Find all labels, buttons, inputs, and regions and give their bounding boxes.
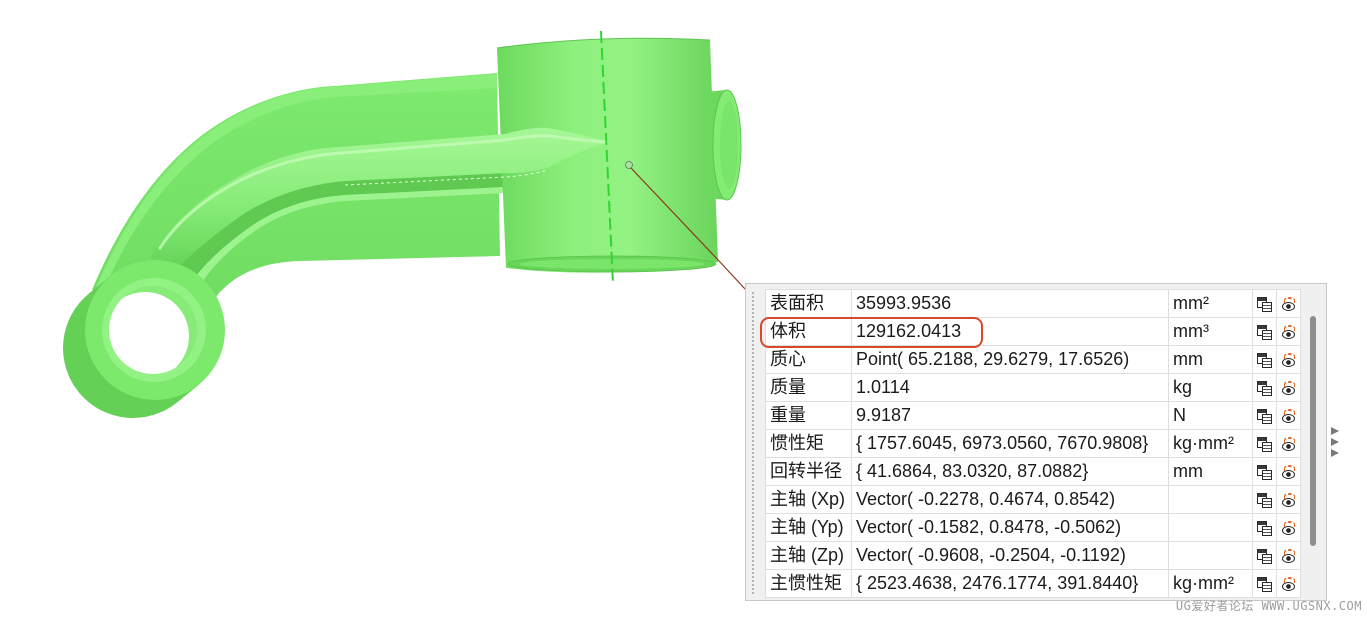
property-label: 质心: [765, 345, 852, 374]
property-unit: [1168, 485, 1253, 514]
side-boss-inner-face: [720, 101, 738, 189]
scrollbar-track[interactable]: [1304, 289, 1320, 597]
eye-icon[interactable]: [1281, 352, 1297, 368]
eye-icon[interactable]: [1281, 408, 1297, 424]
row-mass[interactable]: 质量 1.0114 kg: [765, 373, 1301, 402]
copy-icon[interactable]: [1257, 548, 1272, 564]
visibility-cell[interactable]: [1276, 429, 1301, 458]
copy-icon[interactable]: [1257, 464, 1272, 480]
copy-cell[interactable]: [1252, 485, 1277, 514]
property-unit: [1168, 513, 1253, 542]
copy-cell[interactable]: [1252, 513, 1277, 542]
property-label: 惯性矩: [765, 429, 852, 458]
property-value: { 41.6864, 83.0320, 87.0882}: [851, 457, 1169, 486]
visibility-cell[interactable]: [1276, 457, 1301, 486]
property-value: 1.0114: [851, 373, 1169, 402]
copy-icon[interactable]: [1257, 576, 1272, 592]
eye-icon[interactable]: [1281, 520, 1297, 536]
row-principal-axis-zp[interactable]: 主轴 (Zp) Vector( -0.9608, -0.2504, -0.119…: [765, 541, 1301, 570]
property-value: Point( 65.2188, 29.6279, 17.6526): [851, 345, 1169, 374]
copy-cell[interactable]: [1252, 541, 1277, 570]
copy-icon[interactable]: [1257, 492, 1272, 508]
property-label: 主惯性矩: [765, 569, 852, 598]
copy-cell[interactable]: [1252, 429, 1277, 458]
copy-icon[interactable]: [1257, 324, 1272, 340]
chevron-right-icon[interactable]: [1331, 449, 1339, 457]
scrollbar-thumb[interactable]: [1310, 316, 1316, 546]
property-unit: [1168, 541, 1253, 570]
row-principal-axis-xp[interactable]: 主轴 (Xp) Vector( -0.2278, 0.4674, 0.8542): [765, 485, 1301, 514]
visibility-cell[interactable]: [1276, 373, 1301, 402]
copy-icon[interactable]: [1257, 352, 1272, 368]
property-label: 主轴 (Yp): [765, 513, 852, 542]
eye-icon[interactable]: [1281, 464, 1297, 480]
copy-cell[interactable]: [1252, 373, 1277, 402]
property-label: 重量: [765, 401, 852, 430]
row-centroid[interactable]: 质心 Point( 65.2188, 29.6279, 17.6526) mm: [765, 345, 1301, 374]
end-ring[interactable]: [63, 260, 225, 418]
center-of-mass-point[interactable]: [625, 161, 633, 169]
chevron-right-icon[interactable]: [1331, 427, 1339, 435]
row-weight[interactable]: 重量 9.9187 N: [765, 401, 1301, 430]
property-label: 表面积: [765, 289, 852, 318]
property-value: { 1757.6045, 6973.0560, 7670.9808}: [851, 429, 1169, 458]
visibility-cell[interactable]: [1276, 317, 1301, 346]
copy-cell[interactable]: [1252, 289, 1277, 318]
copy-icon[interactable]: [1257, 408, 1272, 424]
copy-cell[interactable]: [1252, 401, 1277, 430]
property-unit: mm: [1168, 345, 1253, 374]
eye-icon[interactable]: [1281, 492, 1297, 508]
panel-resize-grip[interactable]: [752, 292, 754, 594]
row-principal-axis-yp[interactable]: 主轴 (Yp) Vector( -0.1582, 0.8478, -0.5062…: [765, 513, 1301, 542]
row-principal-moments[interactable]: 主惯性矩 { 2523.4638, 2476.1774, 391.8440} k…: [765, 569, 1301, 598]
copy-cell[interactable]: [1252, 569, 1277, 598]
property-value: 35993.9536: [851, 289, 1169, 318]
property-unit: kg: [1168, 373, 1253, 402]
eye-icon[interactable]: [1281, 296, 1297, 312]
property-label: 主轴 (Zp): [765, 541, 852, 570]
eye-icon[interactable]: [1281, 548, 1297, 564]
eye-icon[interactable]: [1281, 380, 1297, 396]
property-label: 质量: [765, 373, 852, 402]
highlight-annotation: [760, 316, 983, 348]
row-moment-of-inertia[interactable]: 惯性矩 { 1757.6045, 6973.0560, 7670.9808} k…: [765, 429, 1301, 458]
eye-icon[interactable]: [1281, 576, 1297, 592]
row-radius-of-gyration[interactable]: 回转半径 { 41.6864, 83.0320, 87.0882} mm: [765, 457, 1301, 486]
row-surface-area[interactable]: 表面积 35993.9536 mm²: [765, 289, 1301, 318]
property-value: Vector( -0.9608, -0.2504, -0.1192): [851, 541, 1169, 570]
copy-cell[interactable]: [1252, 317, 1277, 346]
property-unit: kg·mm²: [1168, 569, 1253, 598]
visibility-cell[interactable]: [1276, 485, 1301, 514]
property-unit: kg·mm²: [1168, 429, 1253, 458]
visibility-cell[interactable]: [1276, 569, 1301, 598]
property-unit: mm: [1168, 457, 1253, 486]
visibility-cell[interactable]: [1276, 289, 1301, 318]
visibility-cell[interactable]: [1276, 345, 1301, 374]
copy-icon[interactable]: [1257, 520, 1272, 536]
eye-icon[interactable]: [1281, 436, 1297, 452]
visibility-cell[interactable]: [1276, 513, 1301, 542]
property-value: { 2523.4638, 2476.1774, 391.8440}: [851, 569, 1169, 598]
chevron-right-icon[interactable]: [1331, 438, 1339, 446]
visibility-cell[interactable]: [1276, 401, 1301, 430]
property-value: 9.9187: [851, 401, 1169, 430]
property-label: 主轴 (Xp): [765, 485, 852, 514]
copy-cell[interactable]: [1252, 457, 1277, 486]
property-unit: mm²: [1168, 289, 1253, 318]
copy-cell[interactable]: [1252, 345, 1277, 374]
panel-expand-arrows[interactable]: [1331, 427, 1341, 461]
visibility-cell[interactable]: [1276, 541, 1301, 570]
copy-icon[interactable]: [1257, 296, 1272, 312]
copy-icon[interactable]: [1257, 436, 1272, 452]
eye-icon[interactable]: [1281, 324, 1297, 340]
property-label: 回转半径: [765, 457, 852, 486]
property-unit: N: [1168, 401, 1253, 430]
property-unit: mm³: [1168, 317, 1253, 346]
watermark: UG爱好者论坛 WWW.UGSNX.COM: [1175, 599, 1362, 613]
side-boss[interactable]: [704, 89, 742, 201]
property-value: Vector( -0.1582, 0.8478, -0.5062): [851, 513, 1169, 542]
copy-icon[interactable]: [1257, 380, 1272, 396]
property-value: Vector( -0.2278, 0.4674, 0.8542): [851, 485, 1169, 514]
